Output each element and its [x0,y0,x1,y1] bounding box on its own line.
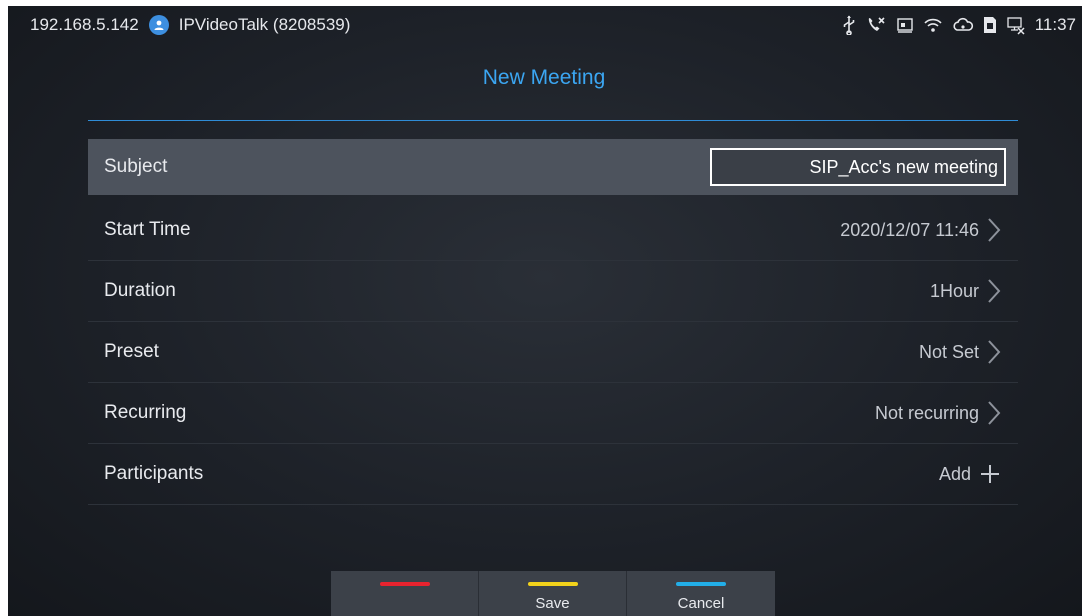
participants-value-group[interactable]: Add [939,463,1001,485]
red-softkey[interactable] [331,571,479,616]
save-label: Save [535,595,570,612]
subject-row[interactable]: Subject [88,139,1018,195]
frame-right [1082,0,1088,616]
chevron-right-icon [987,400,1001,426]
start-time-row[interactable]: Start Time 2020/12/07 11:46 [88,200,1018,261]
cloud-icon [952,17,974,33]
recurring-value-group: Not recurring [875,400,1001,426]
duration-label: Duration [104,280,176,301]
screen-icon [896,16,914,34]
status-left: 192.168.5.142 IPVideoTalk (8208539) [30,15,350,35]
status-bar: 192.168.5.142 IPVideoTalk (8208539) 11:3… [8,6,1082,44]
yellow-key-indicator [527,582,578,586]
meeting-form: Subject Start Time 2020/12/07 11:46 Dura… [88,139,1018,505]
recurring-row[interactable]: Recurring Not recurring [88,383,1018,444]
red-key-indicator [379,582,430,586]
cancel-button[interactable]: Cancel [627,571,775,616]
usb-icon [842,15,856,35]
participants-label: Participants [104,463,204,484]
start-time-value-group: 2020/12/07 11:46 [840,217,1001,243]
subject-input[interactable] [710,148,1006,186]
participants-add-label: Add [938,463,971,484]
chevron-right-icon [987,339,1001,365]
missed-call-icon [865,15,887,35]
account-icon [148,15,169,35]
start-time-value: 2020/12/07 11:46 [840,219,979,240]
recurring-value: Not recurring [874,402,979,423]
duration-row[interactable]: Duration 1Hour [88,261,1018,322]
title-divider [88,120,1018,121]
preset-value: Not Set [918,341,979,362]
softkey-bar: Save Cancel [331,571,775,616]
chevron-right-icon [987,278,1001,304]
plus-icon[interactable] [979,463,1001,485]
save-button[interactable]: Save [479,571,627,616]
network-off-icon [1006,15,1026,35]
blue-key-indicator [676,582,726,586]
screen: 192.168.5.142 IPVideoTalk (8208539) 11:3… [0,0,1088,616]
sim-icon [983,15,997,35]
start-time-label: Start Time [104,219,191,240]
preset-label: Preset [104,341,159,362]
preset-value-group: Not Set [919,339,1001,365]
page-title: New Meeting [482,66,606,89]
wifi-icon [923,16,943,34]
frame-top [0,0,1088,6]
chevron-right-icon [987,217,1001,243]
participants-row[interactable]: Participants Add [88,444,1018,505]
cancel-label: Cancel [677,595,725,612]
preset-row[interactable]: Preset Not Set [88,322,1018,383]
recurring-label: Recurring [104,402,187,423]
ip-address: 192.168.5.142 [30,15,139,34]
frame-left [0,0,8,616]
status-right: 11:37 [842,15,1076,35]
duration-value: 1Hour [929,280,979,301]
duration-value-group: 1Hour [930,278,1001,304]
subject-label: Subject [104,156,168,177]
clock-time: 11:37 [1034,15,1076,34]
account-label: IPVideoTalk (8208539) [178,15,351,34]
